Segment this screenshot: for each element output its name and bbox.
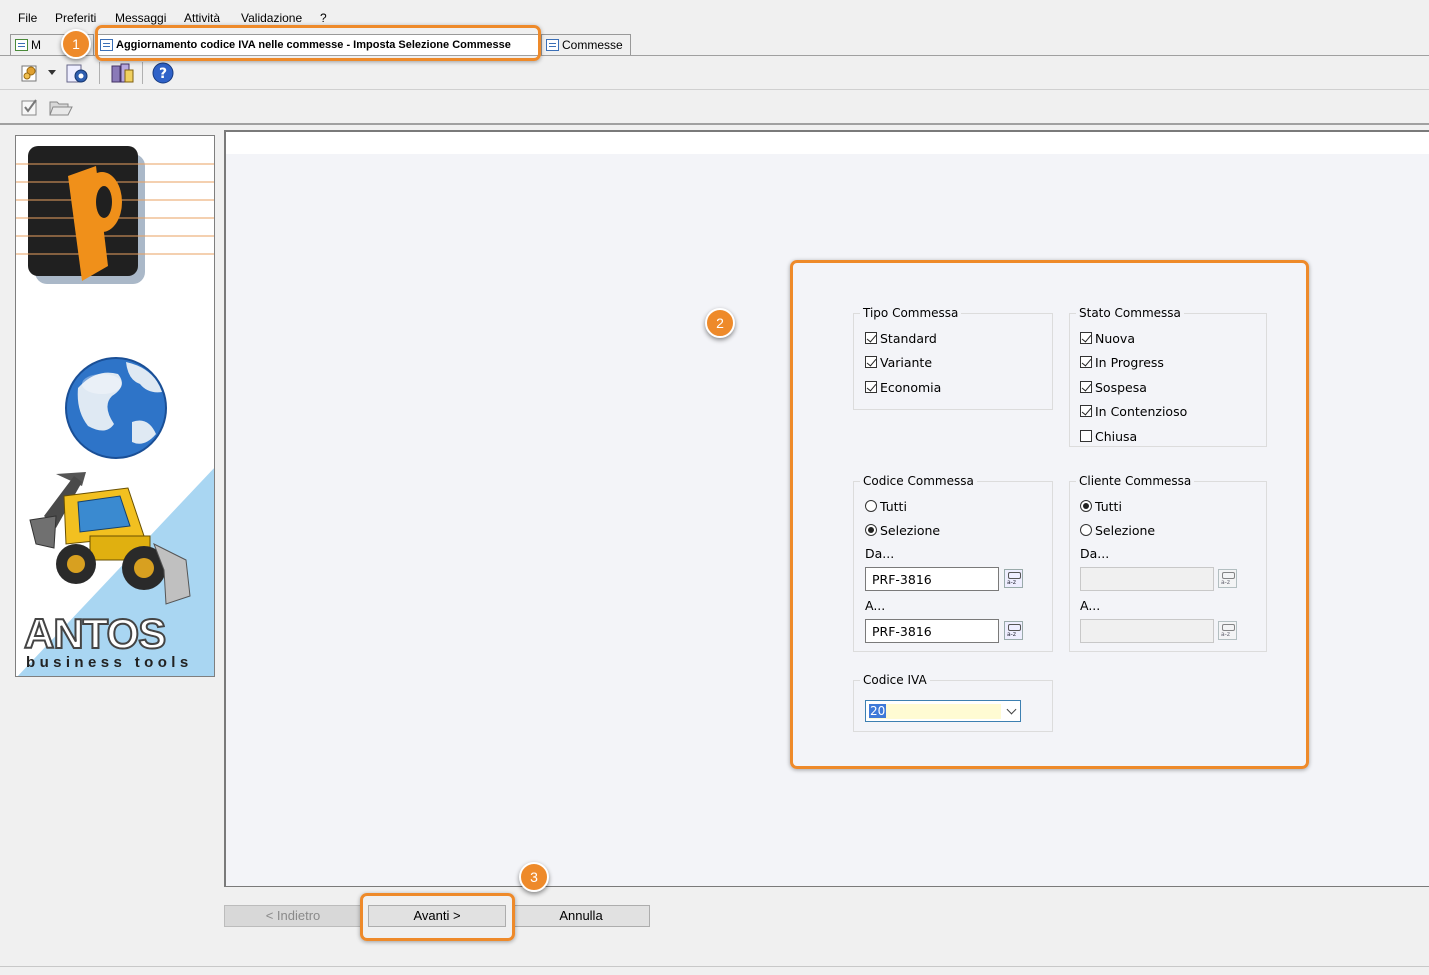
highlight-form-frame	[790, 260, 1309, 769]
callout-badge-3: 3	[519, 862, 549, 892]
tab-app-icon	[15, 39, 28, 51]
menu-validazione[interactable]: Validazione	[241, 11, 302, 25]
wizard-header-strip	[226, 132, 1429, 154]
antos-logo-text: ANTOS	[24, 610, 165, 657]
checkbox-icon[interactable]	[20, 97, 40, 117]
folder-open-icon[interactable]	[48, 97, 74, 117]
archive-icon[interactable]	[110, 62, 136, 84]
svg-text:?: ?	[159, 66, 167, 82]
highlight-tab-frame	[95, 25, 541, 61]
cancel-button[interactable]: Annulla	[512, 905, 650, 927]
menu-attivita[interactable]: Attività	[184, 11, 220, 25]
toolbar-separator	[99, 62, 100, 84]
tab-main-label: M	[31, 38, 41, 52]
settings-wizard-icon[interactable]	[20, 63, 42, 83]
tab-commesse[interactable]: Commesse	[541, 34, 631, 55]
menu-help[interactable]: ?	[320, 11, 327, 25]
gear-icon[interactable]	[66, 62, 90, 84]
menu-messaggi[interactable]: Messaggi	[115, 11, 166, 25]
toolbar-main: ?	[0, 57, 1429, 90]
back-button[interactable]: < Indietro	[224, 905, 362, 927]
highlight-next-frame	[360, 893, 515, 941]
callout-badge-2: 2	[705, 308, 735, 338]
branding-panel: ANTOS business tools	[15, 135, 215, 677]
menu-file[interactable]: File	[18, 11, 37, 25]
tab-commesse-label: Commesse	[562, 38, 623, 52]
toolbar-secondary	[0, 91, 1429, 125]
antos-branding-artwork: ANTOS business tools	[16, 146, 214, 676]
menu-preferiti[interactable]: Preferiti	[55, 11, 96, 25]
chevron-down-icon[interactable]	[48, 70, 56, 76]
help-icon[interactable]: ?	[152, 62, 174, 84]
status-bar	[0, 966, 1429, 975]
toolbar-separator	[142, 62, 143, 84]
business-tools-text: business tools	[26, 654, 193, 671]
callout-badge-1: 1	[61, 29, 91, 59]
tab-list-icon	[546, 39, 559, 51]
